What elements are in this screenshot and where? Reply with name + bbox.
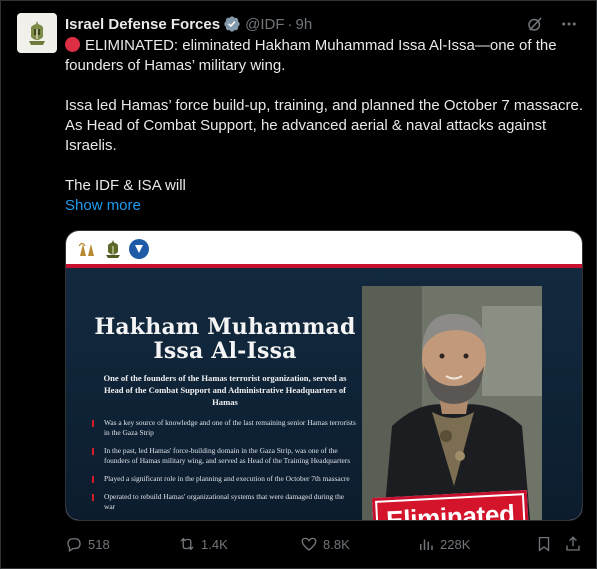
avatar[interactable] [17,13,57,53]
verified-badge-icon [223,15,241,33]
show-more-link[interactable]: Show more [65,197,141,214]
logo-row [76,236,150,262]
bullet-item: Operated to rebuild Hamas' organizationa… [92,492,356,512]
more-options-icon[interactable] [558,13,580,35]
bullet-item: Played a significant role in the plannin… [92,474,356,484]
idf-logo-icon [102,238,124,260]
bookmark-icon [538,536,550,552]
author-name[interactable]: Israel Defense Forces [65,16,220,33]
reply-count: 518 [88,536,110,552]
timestamp[interactable]: 9h [295,16,312,33]
bookmark-button[interactable] [535,535,553,553]
top-actions [524,13,580,35]
portrait-illustration [362,286,542,520]
views-chart-icon [420,539,433,550]
idf-emblem-icon [29,21,45,45]
share-button[interactable] [564,535,582,553]
author-handle[interactable]: @IDF [245,16,284,33]
tweet-text: ELIMINATED: eliminated Hakham Muhammad I… [65,36,585,196]
eliminated-stamp-text: Eliminated [377,495,524,520]
bullet-item: Was a key source of knowledge and one of… [92,418,356,438]
tweet-header: Israel Defense Forces @IDF · 9h [65,13,312,35]
separator-dot: · [287,15,293,33]
tweet-card: Israel Defense Forces @IDF · 9h ELIMINAT… [0,0,597,569]
portrait-photo [362,286,542,520]
reply-button[interactable]: 518 [65,535,110,553]
tweet-paragraph-3: The IDF & ISA will [65,177,186,194]
tweet-paragraph-1: ELIMINATED: eliminated Hakham Muhammad I… [65,36,585,76]
red-circle-icon [65,37,80,52]
media-image[interactable]: Hakham Muhammad Issa Al-Issa One of the … [65,230,583,521]
reply-icon [67,538,81,552]
share-icon [566,536,580,551]
tweet-paragraph-2: Issa led Hamas’ force build-up, training… [65,97,584,154]
action-bar: 518 1.4K 8.8K 228K [65,533,585,555]
card-subtitle: One of the founders of the Hamas terrori… [103,373,347,407]
heart-icon [301,537,317,551]
like-count: 8.8K [323,536,350,552]
bullet-list: Was a key source of knowledge and one of… [92,418,356,512]
card-background: Hakham Muhammad Issa Al-Issa One of the … [66,268,582,520]
views-count: 228K [440,536,471,552]
bullet-item: In the past, led Hamas' force-building d… [92,446,356,466]
isa-logo-icon [128,238,150,260]
repost-button[interactable]: 1.4K [178,535,228,553]
repost-icon [180,537,194,551]
repost-count: 1.4K [201,536,228,552]
views-button[interactable]: 228K [417,535,470,553]
card-title: Hakham Muhammad Issa Al-Issa [94,314,356,364]
like-button[interactable]: 8.8K [300,535,350,553]
grok-icon[interactable] [524,13,546,35]
tweet-paragraph-1-text: ELIMINATED: eliminated Hakham Muhammad I… [65,37,557,74]
intelligence-logo-icon [76,238,98,260]
